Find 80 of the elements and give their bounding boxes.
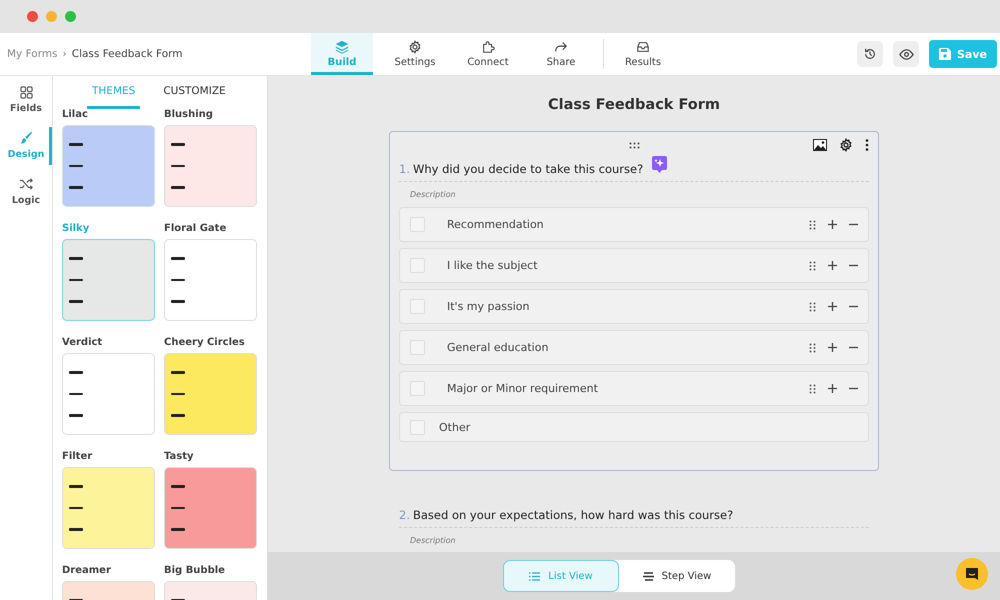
list-icon: [529, 572, 540, 580]
description-placeholder[interactable]: Description: [410, 190, 869, 199]
grid-icon: [20, 86, 32, 99]
option-label: I like the subject: [447, 259, 539, 272]
option-label: Other: [439, 420, 472, 434]
question-title[interactable]: Based on your expectations, how hard was this course?: [412, 508, 734, 522]
plus-icon[interactable]: [828, 343, 837, 352]
drag-handle-icon[interactable]: [809, 384, 816, 394]
option-label: General education: [447, 341, 550, 354]
breadcrumb-current: Class Feedback Form: [72, 48, 182, 60]
chat-bubble-icon: [964, 566, 980, 582]
plus-icon[interactable]: [828, 302, 837, 311]
theme-name: Verdict: [62, 337, 104, 348]
minimize-window-dot[interactable]: [46, 11, 57, 22]
drag-handle-icon[interactable]: [628, 142, 640, 148]
theme-name: Big Bubble: [164, 565, 226, 576]
option-label: Recommendation: [447, 218, 545, 231]
inbox-icon: [636, 40, 650, 54]
checkbox[interactable]: [410, 340, 425, 355]
nav-tab[interactable]: Settings: [384, 33, 446, 75]
question-title[interactable]: Why did you decide to take this course?: [412, 162, 644, 176]
plus-icon[interactable]: [828, 384, 837, 393]
checkbox[interactable]: [410, 381, 425, 396]
layers-icon: [335, 40, 349, 54]
theme-name: Blushing: [164, 109, 214, 120]
theme-name: Dreamer: [62, 565, 112, 576]
checkbox[interactable]: [410, 258, 425, 273]
sidebar-item[interactable]: Fields: [0, 82, 52, 119]
answer-option[interactable]: Major or Minor requirement: [399, 371, 869, 406]
preview-button[interactable]: [893, 41, 919, 67]
history-button[interactable]: [857, 41, 883, 67]
answer-option[interactable]: Recommendation: [399, 207, 869, 242]
close-window-dot[interactable]: [27, 11, 38, 22]
history-icon: [863, 47, 877, 61]
drag-handle-icon[interactable]: [809, 220, 816, 230]
drag-handle-icon[interactable]: [809, 342, 816, 352]
checkbox[interactable]: [410, 299, 425, 314]
sparkle-icon[interactable]: [652, 156, 668, 173]
question-card[interactable]: 2. Based on your expectations, how hard was this course? Description: [389, 497, 879, 554]
theme-name: Cheery Circles: [164, 337, 246, 348]
theme-name: Silky: [62, 223, 90, 234]
share-arrow-icon: [554, 40, 568, 54]
drag-handle-icon[interactable]: [809, 302, 816, 312]
question-number: 2.: [399, 508, 410, 522]
theme-name: Tasty: [164, 451, 195, 462]
question-number: 1.: [399, 162, 410, 176]
nav-tab[interactable]: Share: [530, 33, 592, 75]
description-placeholder[interactable]: Description: [410, 536, 869, 545]
breadcrumb-separator: ›: [62, 48, 67, 60]
zoom-window-dot[interactable]: [65, 11, 76, 22]
theme-name: Filter: [62, 451, 94, 462]
shuffle-icon: [19, 177, 33, 191]
answer-option[interactable]: General education: [399, 330, 869, 365]
panel-tab[interactable]: CUSTOMIZE: [158, 76, 231, 109]
theme-name: Floral Gate: [164, 223, 228, 234]
answer-option[interactable]: It's my passion: [399, 289, 869, 324]
theme-name: Lilac: [62, 109, 89, 120]
image-icon[interactable]: [813, 139, 827, 151]
checkbox[interactable]: [410, 420, 425, 434]
plus-icon[interactable]: [828, 261, 837, 270]
step-lines-icon: [642, 572, 654, 580]
settings-icon[interactable]: [839, 138, 853, 152]
breadcrumb-link[interactable]: My Forms: [7, 48, 58, 60]
question-card[interactable]: 1. Why did you decide to take this course? Description Recommendation I like the subject It's my passion General education Major or Minor requirement Other: [389, 131, 879, 471]
settings-icon: [408, 40, 422, 54]
paintbrush-icon: [19, 131, 33, 145]
form-title: Class Feedback Form: [548, 97, 720, 113]
answer-option[interactable]: I like the subject: [399, 248, 869, 283]
nav-tab[interactable]: Results: [612, 33, 674, 75]
nav-tab[interactable]: Connect: [457, 33, 519, 75]
option-label: Major or Minor requirement: [447, 382, 599, 395]
sidebar-item[interactable]: Logic: [0, 173, 52, 211]
puzzle-icon: [481, 40, 495, 54]
more-options-icon[interactable]: [865, 139, 869, 151]
checkbox[interactable]: [410, 217, 425, 232]
answer-option[interactable]: Other: [399, 412, 869, 442]
eye-icon: [898, 46, 914, 62]
drag-handle-icon[interactable]: [809, 260, 816, 270]
option-label: It's my passion: [447, 300, 530, 313]
plus-icon[interactable]: [828, 220, 837, 229]
